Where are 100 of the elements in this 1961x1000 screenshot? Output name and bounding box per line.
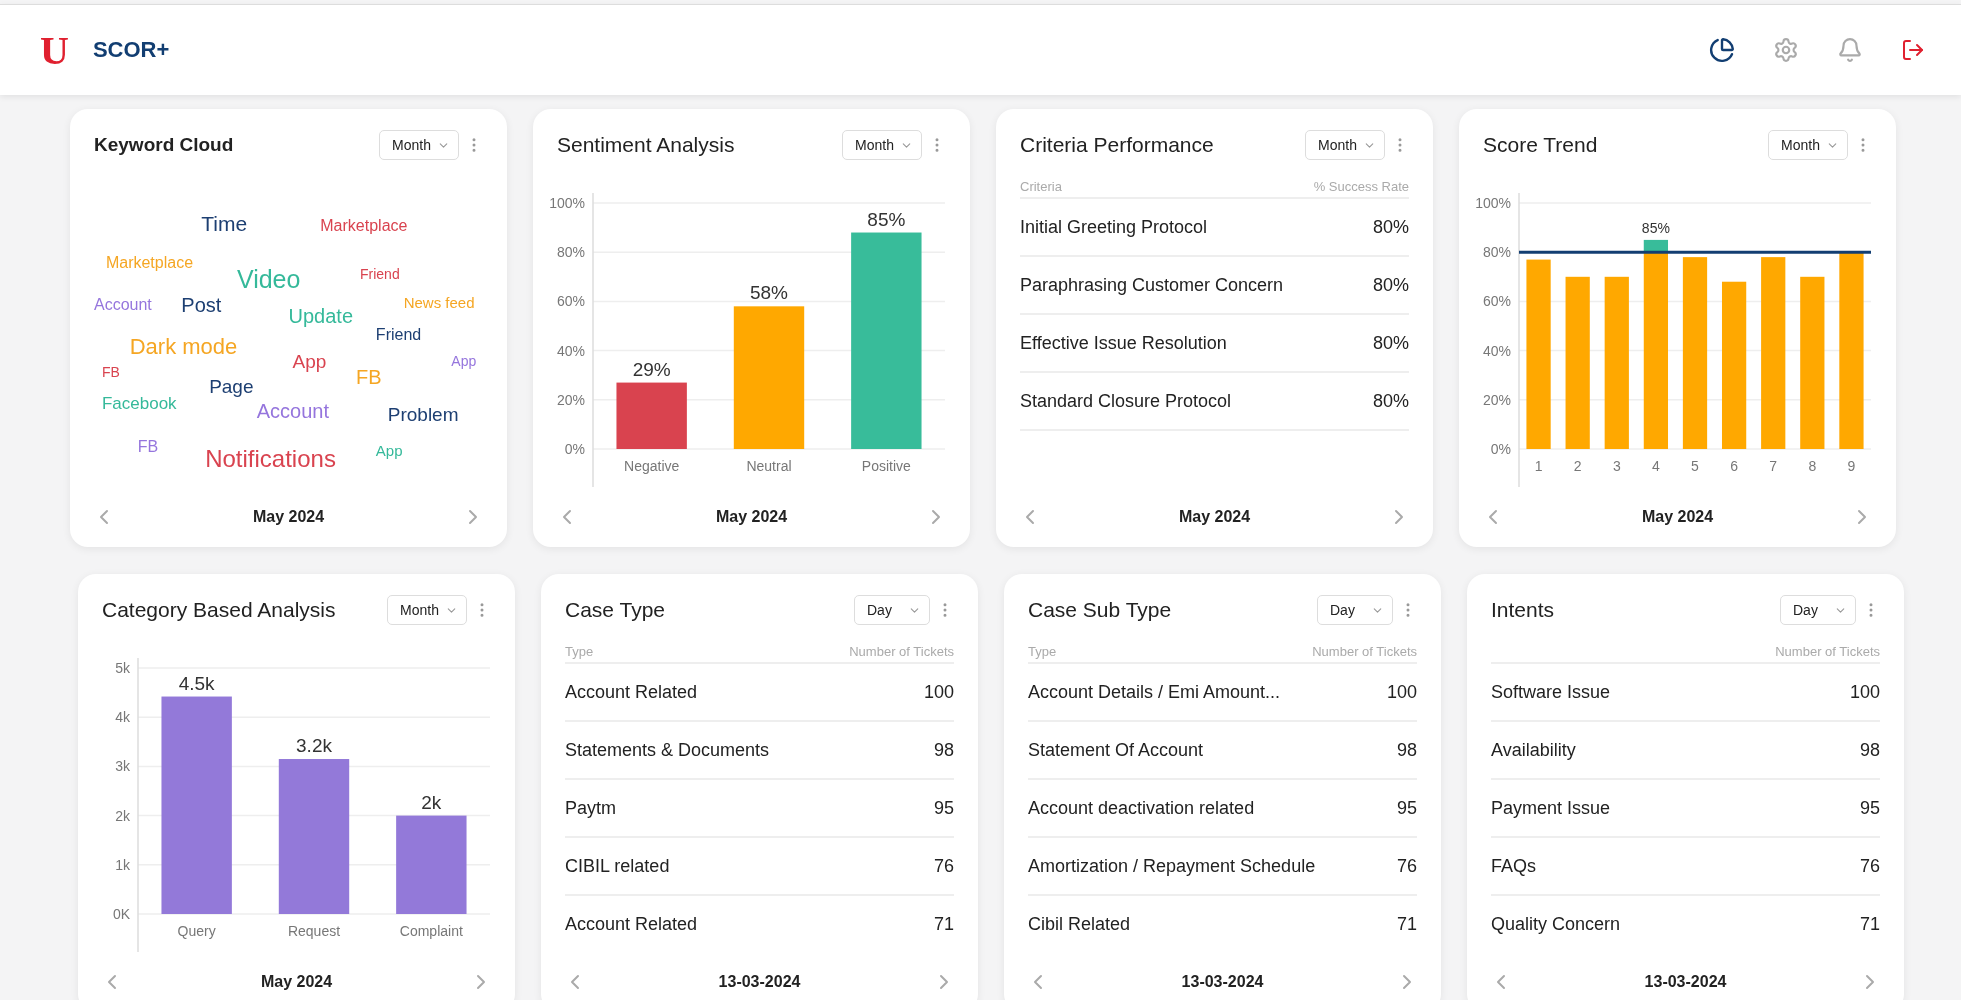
column-header: Criteria	[1020, 178, 1062, 194]
keyword: Friend	[360, 266, 400, 281]
table-cell: 98	[1396, 739, 1417, 761]
table-cell: Account Related	[565, 681, 698, 703]
table-cell: 98	[933, 739, 954, 761]
value-label: 3.2k	[296, 735, 332, 756]
axis-label: 3	[1612, 458, 1621, 474]
pie-chart-icon[interactable]	[1709, 37, 1735, 63]
table-cell: 76	[933, 855, 954, 877]
period-dropdown[interactable]: Month	[1305, 130, 1385, 160]
axis-label: 1	[1534, 458, 1543, 474]
table-cell: Amortization / Repayment Schedule	[1028, 855, 1316, 877]
keyword: Video	[236, 266, 301, 292]
table-cell: Effective Issue Resolution	[1020, 332, 1227, 354]
keyword: Friend	[375, 327, 422, 344]
logo: U	[40, 26, 69, 74]
keyword: Notifications	[205, 446, 336, 471]
period-dropdown[interactable]: Month	[387, 595, 467, 625]
table-cell: Paytm	[565, 797, 616, 819]
column-header: Number of Tickets	[1312, 643, 1417, 659]
period-label: 13-03-2024	[718, 973, 801, 991]
table-cell: Payment Issue	[1491, 797, 1611, 819]
period-dropdown[interactable]: Day	[854, 595, 930, 625]
table-cell: Account Related	[565, 913, 698, 935]
period-dropdown[interactable]: Month	[379, 130, 459, 160]
table-cell: Statements & Documents	[565, 739, 770, 761]
value-label: 29%	[632, 358, 671, 380]
period-label: 13-03-2024	[1644, 973, 1727, 991]
period-label: May 2024	[715, 508, 788, 526]
value-label: 85%	[867, 208, 906, 230]
table-cell: 100	[1849, 681, 1880, 703]
card-title: Sentiment Analysis	[557, 133, 735, 157]
axis-label: 60%	[1482, 293, 1511, 310]
table-cell: 71	[1859, 913, 1880, 935]
keyword: Account	[94, 296, 152, 313]
column-header: Type	[1028, 643, 1057, 659]
axis-label: 2k	[115, 807, 130, 824]
axis-label: 60%	[556, 293, 585, 310]
axis-label: 8	[1808, 458, 1817, 474]
axis-label: 100%	[1475, 195, 1511, 211]
settings-icon[interactable]	[1773, 37, 1799, 63]
value-label: 58%	[750, 282, 788, 304]
period-label: May 2024	[1641, 508, 1714, 526]
keyword: FB	[356, 367, 382, 388]
keyword: Post	[181, 294, 222, 315]
table-cell: Account deactivation related	[1028, 797, 1255, 819]
period-label: May 2024	[1178, 508, 1251, 526]
card-title: Category Based Analysis	[102, 598, 336, 622]
axis-label: 80%	[1482, 244, 1511, 261]
period-dropdown[interactable]: Day	[1317, 595, 1393, 625]
logout-icon[interactable]	[1901, 38, 1925, 62]
table-cell: Availability	[1491, 739, 1576, 761]
keyword: Update	[288, 305, 353, 326]
table-cell: 98	[1859, 739, 1880, 761]
column-header: Number of Tickets	[849, 643, 954, 659]
period-dropdown[interactable]: Day	[1780, 595, 1856, 625]
axis-label: 6	[1730, 458, 1738, 474]
card-title: Case Sub Type	[1028, 598, 1172, 622]
axis-label: 80%	[556, 244, 585, 261]
card-title: Keyword Cloud	[94, 134, 234, 156]
table-cell: Statement Of Account	[1028, 739, 1204, 761]
keyword: Marketplace	[320, 218, 408, 235]
table-cell: 76	[1859, 855, 1880, 877]
period-dropdown[interactable]: Month	[842, 130, 922, 160]
card-title: Criteria Performance	[1020, 133, 1214, 157]
card-title: Score Trend	[1483, 133, 1598, 157]
table-cell: 80%	[1372, 332, 1409, 354]
app-name: SCOR+	[92, 37, 170, 63]
axis-label: 0%	[564, 441, 585, 457]
axis-label: Neutral	[746, 458, 792, 474]
keyword: Account	[256, 401, 330, 421]
keyword: Time	[201, 212, 248, 234]
keyword: FB	[101, 364, 120, 379]
axis-label: 5	[1691, 458, 1699, 474]
axis-label: 3k	[115, 758, 130, 775]
keyword: Facebook	[101, 394, 177, 412]
period-label: 13-03-2024	[1181, 973, 1264, 991]
table-cell: 95	[1396, 797, 1417, 819]
column-header: Type	[565, 643, 594, 659]
table-cell: CIBIL related	[565, 855, 670, 877]
table-cell: Paraphrasing Customer Concern	[1020, 274, 1284, 296]
axis-label: 4	[1652, 458, 1660, 474]
axis-label: Complaint	[399, 923, 463, 939]
value-label: 4.5k	[178, 672, 215, 694]
card-title: Intents	[1491, 598, 1555, 622]
value-label: 2k	[421, 791, 442, 813]
table-cell: 100	[923, 681, 954, 703]
table-cell: 95	[1859, 797, 1880, 819]
axis-label: 1k	[115, 856, 130, 873]
bell-icon[interactable]	[1837, 37, 1863, 63]
period-dropdown[interactable]: Month	[1768, 130, 1848, 160]
axis-label: 40%	[1482, 342, 1511, 359]
table-cell: 80%	[1372, 274, 1409, 296]
column-header: % Success Rate	[1313, 178, 1409, 194]
axis-label: 5k	[115, 660, 130, 676]
axis-label: 9	[1847, 458, 1856, 474]
keyword: Page	[209, 376, 254, 396]
table-cell: 80%	[1372, 390, 1409, 412]
axis-label: Positive	[861, 458, 911, 474]
axis-label: 20%	[556, 391, 585, 408]
